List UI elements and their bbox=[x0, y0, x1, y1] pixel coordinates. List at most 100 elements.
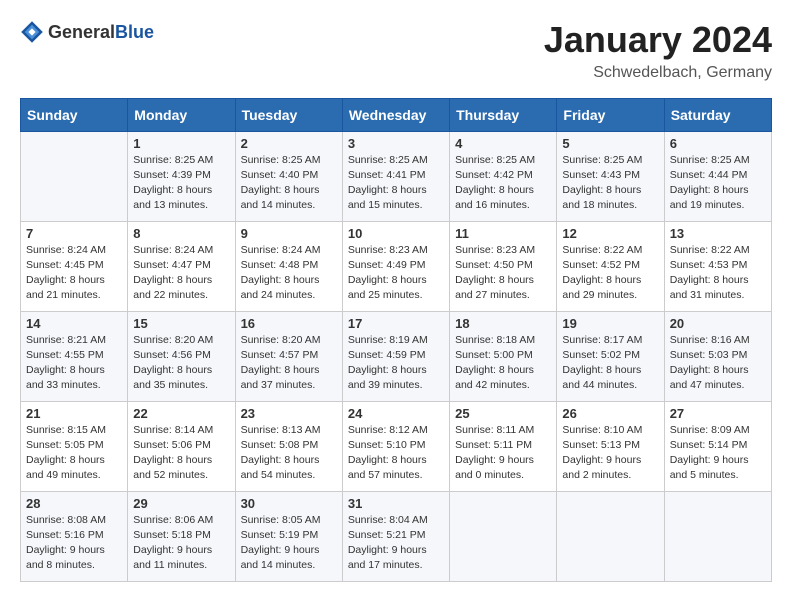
day-number: 30 bbox=[241, 496, 337, 511]
calendar-cell: 20 Sunrise: 8:16 AM Sunset: 5:03 PM Dayli… bbox=[664, 311, 771, 401]
day-number: 10 bbox=[348, 226, 444, 241]
day-number: 5 bbox=[562, 136, 658, 151]
day-number: 9 bbox=[241, 226, 337, 241]
day-number: 4 bbox=[455, 136, 551, 151]
calendar-week-1: 1 Sunrise: 8:25 AM Sunset: 4:39 PM Daylig… bbox=[21, 131, 772, 221]
day-info: Sunrise: 8:25 AM Sunset: 4:44 PM Dayligh… bbox=[670, 153, 766, 214]
day-info: Sunrise: 8:25 AM Sunset: 4:39 PM Dayligh… bbox=[133, 153, 229, 214]
calendar-week-2: 7Sunrise: 8:24 AM Sunset: 4:45 PM Daylig… bbox=[21, 221, 772, 311]
calendar-cell: 16 Sunrise: 8:20 AM Sunset: 4:57 PM Dayli… bbox=[235, 311, 342, 401]
calendar-subtitle: Schwedelbach, Germany bbox=[544, 64, 772, 82]
day-info: Sunrise: 8:05 AM Sunset: 5:19 PM Dayligh… bbox=[241, 513, 337, 574]
day-info: Sunrise: 8:17 AM Sunset: 5:02 PM Dayligh… bbox=[562, 333, 658, 394]
logo-icon bbox=[20, 20, 44, 44]
calendar-cell: 30 Sunrise: 8:05 AM Sunset: 5:19 PM Dayli… bbox=[235, 491, 342, 581]
day-info: Sunrise: 8:22 AM Sunset: 4:52 PM Dayligh… bbox=[562, 243, 658, 304]
calendar-cell: 26Sunrise: 8:10 AM Sunset: 5:13 PM Dayli… bbox=[557, 401, 664, 491]
day-info: Sunrise: 8:21 AM Sunset: 4:55 PM Dayligh… bbox=[26, 333, 122, 394]
day-number: 11 bbox=[455, 226, 551, 241]
calendar-cell: 23Sunrise: 8:13 AM Sunset: 5:08 PM Dayli… bbox=[235, 401, 342, 491]
calendar-cell: 11 Sunrise: 8:23 AM Sunset: 4:50 PM Dayli… bbox=[450, 221, 557, 311]
day-number: 19 bbox=[562, 316, 658, 331]
day-number: 17 bbox=[348, 316, 444, 331]
day-number: 12 bbox=[562, 226, 658, 241]
day-number: 7 bbox=[26, 226, 122, 241]
calendar-cell bbox=[21, 131, 128, 221]
day-number: 8 bbox=[133, 226, 229, 241]
calendar-cell: 4 Sunrise: 8:25 AM Sunset: 4:42 PM Daylig… bbox=[450, 131, 557, 221]
day-number: 3 bbox=[348, 136, 444, 151]
calendar-cell: 31Sunrise: 8:04 AM Sunset: 5:21 PM Dayli… bbox=[342, 491, 449, 581]
day-number: 29 bbox=[133, 496, 229, 511]
calendar-cell: 25Sunrise: 8:11 AM Sunset: 5:11 PM Dayli… bbox=[450, 401, 557, 491]
day-info: Sunrise: 8:25 AM Sunset: 4:43 PM Dayligh… bbox=[562, 153, 658, 214]
day-info: Sunrise: 8:25 AM Sunset: 4:40 PM Dayligh… bbox=[241, 153, 337, 214]
day-info: Sunrise: 8:06 AM Sunset: 5:18 PM Dayligh… bbox=[133, 513, 229, 574]
header-cell-monday: Monday bbox=[128, 98, 235, 131]
calendar-cell: 8Sunrise: 8:24 AM Sunset: 4:47 PM Daylig… bbox=[128, 221, 235, 311]
logo-blue: Blue bbox=[115, 22, 154, 42]
day-info: Sunrise: 8:25 AM Sunset: 4:42 PM Dayligh… bbox=[455, 153, 551, 214]
calendar-table: SundayMondayTuesdayWednesdayThursdayFrid… bbox=[20, 98, 772, 582]
day-number: 14 bbox=[26, 316, 122, 331]
day-info: Sunrise: 8:18 AM Sunset: 5:00 PM Dayligh… bbox=[455, 333, 551, 394]
day-info: Sunrise: 8:23 AM Sunset: 4:50 PM Dayligh… bbox=[455, 243, 551, 304]
day-info: Sunrise: 8:24 AM Sunset: 4:48 PM Dayligh… bbox=[241, 243, 337, 304]
calendar-cell bbox=[664, 491, 771, 581]
calendar-cell: 18Sunrise: 8:18 AM Sunset: 5:00 PM Dayli… bbox=[450, 311, 557, 401]
calendar-cell: 6 Sunrise: 8:25 AM Sunset: 4:44 PM Daylig… bbox=[664, 131, 771, 221]
day-info: Sunrise: 8:11 AM Sunset: 5:11 PM Dayligh… bbox=[455, 423, 551, 484]
calendar-title: January 2024 bbox=[544, 20, 772, 60]
page-header: GeneralBlue January 2024 Schwedelbach, G… bbox=[20, 20, 772, 82]
header-cell-tuesday: Tuesday bbox=[235, 98, 342, 131]
day-number: 20 bbox=[670, 316, 766, 331]
calendar-cell: 22 Sunrise: 8:14 AM Sunset: 5:06 PM Dayli… bbox=[128, 401, 235, 491]
day-info: Sunrise: 8:09 AM Sunset: 5:14 PM Dayligh… bbox=[670, 423, 766, 484]
calendar-cell bbox=[450, 491, 557, 581]
day-info: Sunrise: 8:08 AM Sunset: 5:16 PM Dayligh… bbox=[26, 513, 122, 574]
calendar-week-4: 21 Sunrise: 8:15 AM Sunset: 5:05 PM Dayli… bbox=[21, 401, 772, 491]
day-info: Sunrise: 8:20 AM Sunset: 4:57 PM Dayligh… bbox=[241, 333, 337, 394]
calendar-week-5: 28 Sunrise: 8:08 AM Sunset: 5:16 PM Dayli… bbox=[21, 491, 772, 581]
day-info: Sunrise: 8:13 AM Sunset: 5:08 PM Dayligh… bbox=[241, 423, 337, 484]
calendar-cell: 5 Sunrise: 8:25 AM Sunset: 4:43 PM Daylig… bbox=[557, 131, 664, 221]
day-info: Sunrise: 8:12 AM Sunset: 5:10 PM Dayligh… bbox=[348, 423, 444, 484]
day-number: 2 bbox=[241, 136, 337, 151]
day-number: 13 bbox=[670, 226, 766, 241]
calendar-header: SundayMondayTuesdayWednesdayThursdayFrid… bbox=[21, 98, 772, 131]
day-info: Sunrise: 8:15 AM Sunset: 5:05 PM Dayligh… bbox=[26, 423, 122, 484]
header-cell-wednesday: Wednesday bbox=[342, 98, 449, 131]
day-info: Sunrise: 8:22 AM Sunset: 4:53 PM Dayligh… bbox=[670, 243, 766, 304]
calendar-cell: 19 Sunrise: 8:17 AM Sunset: 5:02 PM Dayli… bbox=[557, 311, 664, 401]
calendar-cell: 13 Sunrise: 8:22 AM Sunset: 4:53 PM Dayli… bbox=[664, 221, 771, 311]
day-number: 1 bbox=[133, 136, 229, 151]
day-info: Sunrise: 8:04 AM Sunset: 5:21 PM Dayligh… bbox=[348, 513, 444, 574]
calendar-cell: 21 Sunrise: 8:15 AM Sunset: 5:05 PM Dayli… bbox=[21, 401, 128, 491]
calendar-body: 1 Sunrise: 8:25 AM Sunset: 4:39 PM Daylig… bbox=[21, 131, 772, 581]
header-cell-thursday: Thursday bbox=[450, 98, 557, 131]
header-cell-saturday: Saturday bbox=[664, 98, 771, 131]
calendar-cell: 3Sunrise: 8:25 AM Sunset: 4:41 PM Daylig… bbox=[342, 131, 449, 221]
calendar-cell: 15Sunrise: 8:20 AM Sunset: 4:56 PM Dayli… bbox=[128, 311, 235, 401]
calendar-cell: 27Sunrise: 8:09 AM Sunset: 5:14 PM Dayli… bbox=[664, 401, 771, 491]
calendar-cell: 10 Sunrise: 8:23 AM Sunset: 4:49 PM Dayli… bbox=[342, 221, 449, 311]
calendar-cell: 12 Sunrise: 8:22 AM Sunset: 4:52 PM Dayli… bbox=[557, 221, 664, 311]
day-info: Sunrise: 8:14 AM Sunset: 5:06 PM Dayligh… bbox=[133, 423, 229, 484]
title-area: January 2024 Schwedelbach, Germany bbox=[544, 20, 772, 82]
day-number: 22 bbox=[133, 406, 229, 421]
calendar-cell: 9 Sunrise: 8:24 AM Sunset: 4:48 PM Daylig… bbox=[235, 221, 342, 311]
day-number: 16 bbox=[241, 316, 337, 331]
calendar-cell: 29 Sunrise: 8:06 AM Sunset: 5:18 PM Dayli… bbox=[128, 491, 235, 581]
calendar-cell: 1 Sunrise: 8:25 AM Sunset: 4:39 PM Daylig… bbox=[128, 131, 235, 221]
day-info: Sunrise: 8:19 AM Sunset: 4:59 PM Dayligh… bbox=[348, 333, 444, 394]
logo: GeneralBlue bbox=[20, 20, 154, 44]
day-info: Sunrise: 8:20 AM Sunset: 4:56 PM Dayligh… bbox=[133, 333, 229, 394]
day-number: 21 bbox=[26, 406, 122, 421]
calendar-cell bbox=[557, 491, 664, 581]
day-number: 28 bbox=[26, 496, 122, 511]
header-row: SundayMondayTuesdayWednesdayThursdayFrid… bbox=[21, 98, 772, 131]
day-info: Sunrise: 8:23 AM Sunset: 4:49 PM Dayligh… bbox=[348, 243, 444, 304]
day-number: 6 bbox=[670, 136, 766, 151]
day-info: Sunrise: 8:10 AM Sunset: 5:13 PM Dayligh… bbox=[562, 423, 658, 484]
day-info: Sunrise: 8:16 AM Sunset: 5:03 PM Dayligh… bbox=[670, 333, 766, 394]
